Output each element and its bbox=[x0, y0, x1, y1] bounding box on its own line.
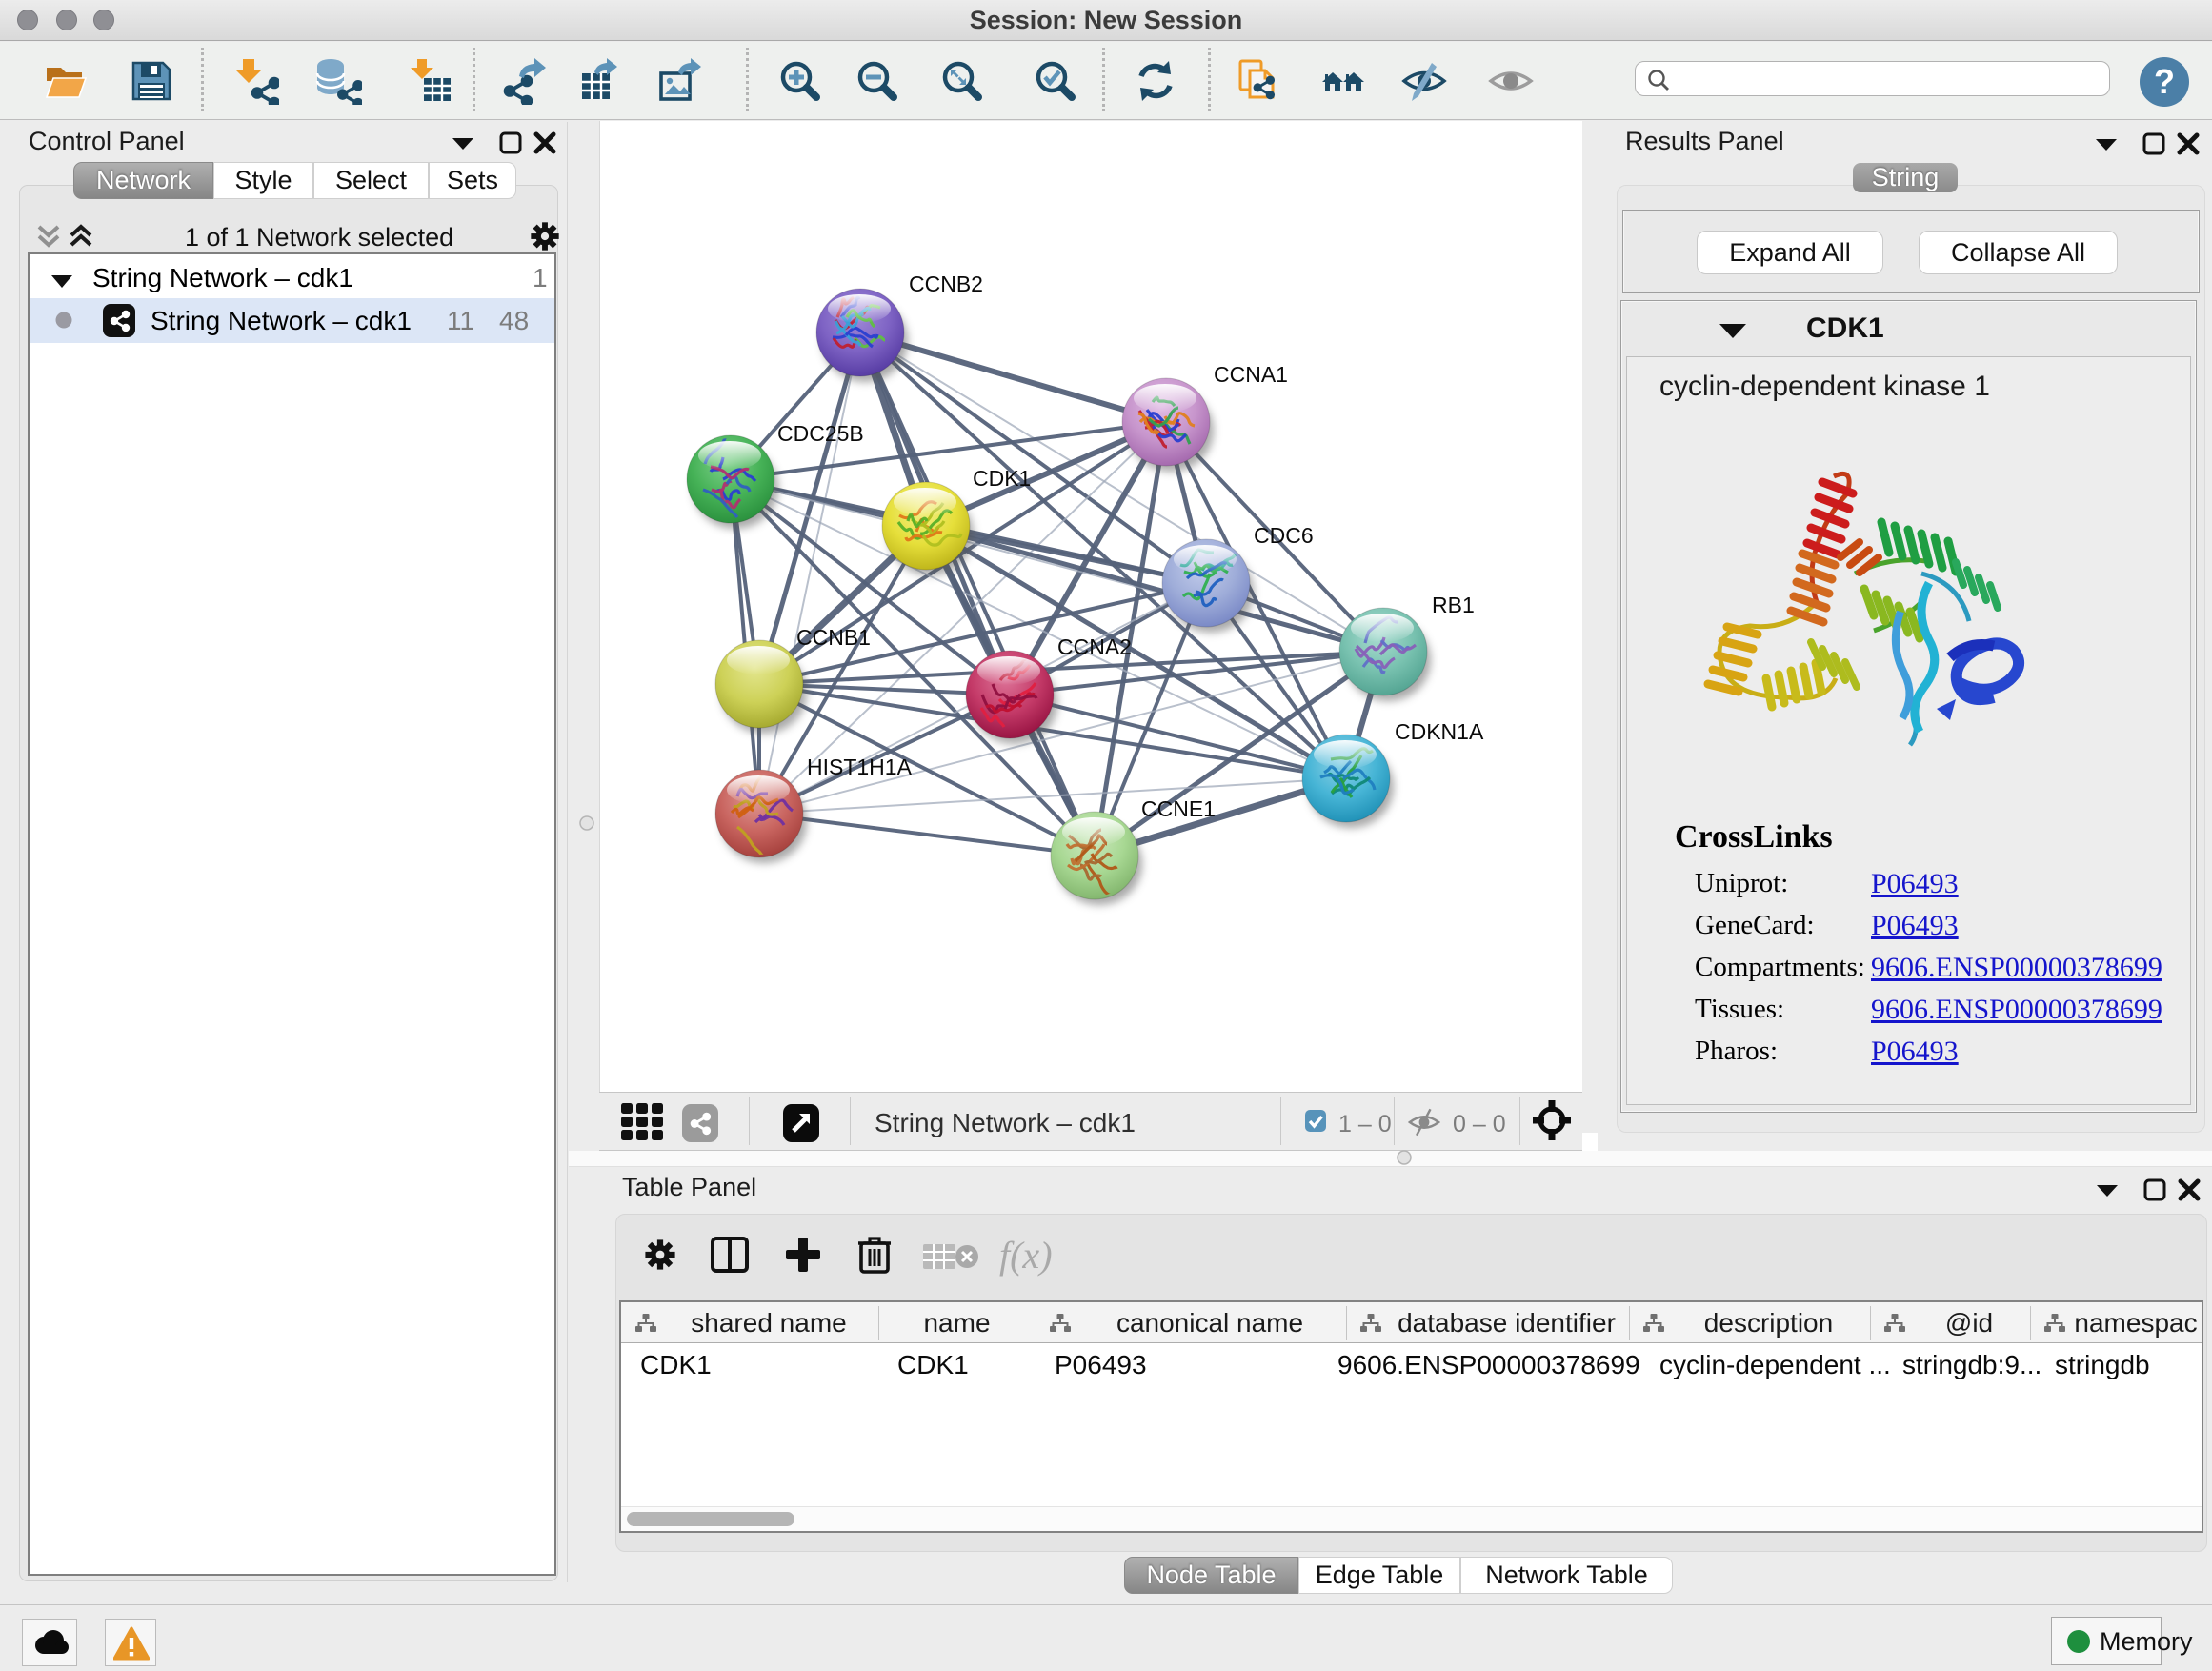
svg-text:CDC6: CDC6 bbox=[1254, 523, 1314, 548]
svg-text:CDC25B: CDC25B bbox=[777, 421, 864, 446]
svg-text:CCNB1: CCNB1 bbox=[796, 625, 871, 650]
svg-text:CCNB2: CCNB2 bbox=[909, 272, 983, 296]
svg-text:RB1: RB1 bbox=[1432, 593, 1475, 617]
svg-text:CCNA2: CCNA2 bbox=[1057, 634, 1132, 659]
svg-text:?: ? bbox=[2154, 62, 2175, 101]
svg-text:CCNE1: CCNE1 bbox=[1141, 796, 1216, 821]
svg-text:HIST1H1A: HIST1H1A bbox=[807, 755, 913, 779]
svg-text:CDKN1A: CDKN1A bbox=[1395, 719, 1484, 744]
svg-text:CDK1: CDK1 bbox=[973, 466, 1031, 491]
svg-text:CCNA1: CCNA1 bbox=[1214, 362, 1288, 387]
